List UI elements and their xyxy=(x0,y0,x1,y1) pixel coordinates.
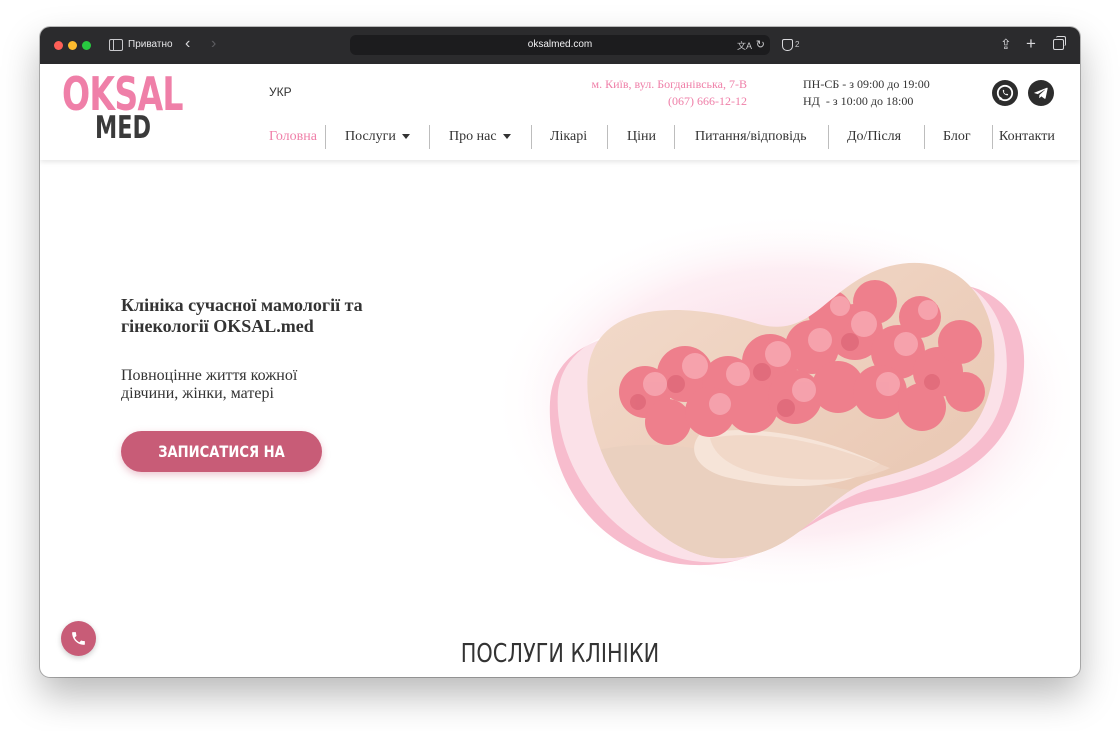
hero-title: Клініка сучасної мамології та гінекологі… xyxy=(121,295,363,336)
services-section-title: ПОСЛУГИ КЛІНІКИ xyxy=(40,639,1080,669)
plus-icon[interactable]: + xyxy=(1026,35,1036,52)
nav-item-contacts[interactable]: Контакти xyxy=(999,125,1055,149)
reload-icon[interactable]: ↻ xyxy=(756,38,765,51)
nav-divider xyxy=(325,125,326,149)
back-arrow-icon[interactable]: ‹ xyxy=(185,35,190,53)
nav-item-about[interactable]: Про нас xyxy=(449,125,511,149)
nav-item-home[interactable]: Головна xyxy=(269,125,317,149)
nav-item-doctors[interactable]: Лікарі xyxy=(550,125,587,149)
address-bar[interactable]: oksalmed.com 文A ↻ xyxy=(350,35,770,55)
caret-down-icon xyxy=(401,134,410,140)
hours-sunday: НД - з 10:00 до 18:00 xyxy=(803,94,914,108)
nav-item-blog[interactable]: Блог xyxy=(943,125,971,149)
nav-item-about-label: Про нас xyxy=(449,129,497,144)
nav-divider xyxy=(674,125,675,149)
close-window-button[interactable] xyxy=(54,41,63,50)
sidebar-icon[interactable] xyxy=(109,39,123,51)
minimize-window-button[interactable] xyxy=(68,41,77,50)
phone-link[interactable]: (067) 666-12-12 xyxy=(560,93,747,110)
share-icon[interactable]: ⇪ xyxy=(1000,36,1012,52)
services-section-title-text: ПОСЛУГИ КЛІНІКИ xyxy=(460,639,660,669)
browser-window: Приватно ‹ › oksalmed.com 文A ↻ 2 ⇪ + OKS… xyxy=(40,27,1080,677)
nav-item-faq[interactable]: Питання/відповідь xyxy=(695,125,807,149)
nav-divider xyxy=(429,125,430,149)
nav-divider xyxy=(924,125,925,149)
translate-icon[interactable]: 文A xyxy=(737,39,752,52)
nav-divider xyxy=(531,125,532,149)
caret-down-icon xyxy=(502,134,511,140)
nav-divider xyxy=(828,125,829,149)
forward-arrow-icon[interactable]: › xyxy=(211,35,216,53)
nav-item-services[interactable]: Послуги xyxy=(345,125,410,149)
tracker-count: 2 xyxy=(795,40,800,49)
nav-item-prices[interactable]: Ціни xyxy=(627,125,656,149)
contact-info: м. Київ, вул. Богданівська, 7-В (067) 66… xyxy=(560,76,747,110)
hero-subtitle: Повноцінне життя кожної дівчини, жінки, … xyxy=(121,367,298,402)
zoom-window-button[interactable] xyxy=(82,41,91,50)
private-browsing-label: Приватно xyxy=(128,39,173,50)
book-appointment-label: ЗАПИСАТИСЯ НА ПРИЙОМ xyxy=(158,442,285,502)
browser-toolbar: Приватно ‹ › oksalmed.com 文A ↻ 2 ⇪ + xyxy=(40,27,1080,65)
nav-divider xyxy=(607,125,608,149)
nav-divider xyxy=(992,125,993,149)
site-header: OKSAL MED УКР м. Київ, вул. Богданівська… xyxy=(40,64,1080,160)
url-text: oksalmed.com xyxy=(527,39,593,50)
nav-item-services-label: Послуги xyxy=(345,129,396,144)
hours-weekdays: ПН-СБ - з 09:00 до 19:00 xyxy=(803,77,930,91)
tabs-icon[interactable] xyxy=(1053,36,1066,50)
telegram-icon[interactable] xyxy=(1028,80,1054,106)
shield-icon[interactable] xyxy=(782,39,793,51)
logo-text-bottom: MED xyxy=(95,110,151,146)
whatsapp-icon[interactable] xyxy=(992,80,1018,106)
nav-item-before-after[interactable]: До/Після xyxy=(847,125,901,149)
address-link[interactable]: м. Київ, вул. Богданівська, 7-В xyxy=(560,76,747,93)
language-switch[interactable]: УКР xyxy=(269,85,292,99)
hero-image xyxy=(490,212,1070,592)
book-appointment-button[interactable]: ЗАПИСАТИСЯ НА ПРИЙОМ xyxy=(121,431,322,502)
working-hours: ПН-СБ - з 09:00 до 19:00 НД - з 10:00 до… xyxy=(803,76,930,110)
